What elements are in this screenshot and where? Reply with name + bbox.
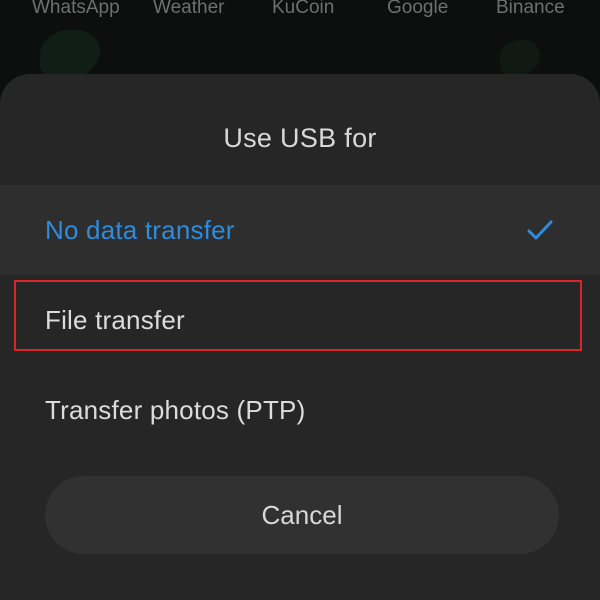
- option-file-transfer[interactable]: File transfer: [0, 275, 600, 365]
- cancel-button-label: Cancel: [261, 500, 343, 530]
- app-label-weather[interactable]: Weather: [153, 0, 224, 19]
- app-label-whatsapp[interactable]: WhatsApp: [32, 0, 120, 19]
- home-app-labels: WhatsApp Weather KuCoin Google Binance: [0, 0, 600, 22]
- option-transfer-photos-ptp[interactable]: Transfer photos (PTP): [0, 365, 600, 455]
- option-no-data-transfer[interactable]: No data transfer: [0, 185, 600, 275]
- option-label: Transfer photos (PTP): [45, 395, 306, 425]
- wallpaper-decoration: [40, 30, 100, 80]
- dialog-title: Use USB for: [223, 123, 377, 153]
- cancel-button[interactable]: Cancel: [45, 476, 559, 554]
- phone-screen: WhatsApp Weather KuCoin Google Binance U…: [0, 0, 600, 600]
- app-label-binance[interactable]: Binance: [496, 0, 565, 19]
- option-label: File transfer: [45, 305, 185, 335]
- usb-mode-dialog: Use USB for No data transfer File transf…: [0, 74, 600, 600]
- option-label: No data transfer: [45, 215, 235, 245]
- check-icon: [527, 220, 553, 240]
- app-label-google[interactable]: Google: [387, 0, 448, 19]
- wallpaper-decoration: [500, 40, 540, 76]
- app-label-kucoin[interactable]: KuCoin: [272, 0, 334, 19]
